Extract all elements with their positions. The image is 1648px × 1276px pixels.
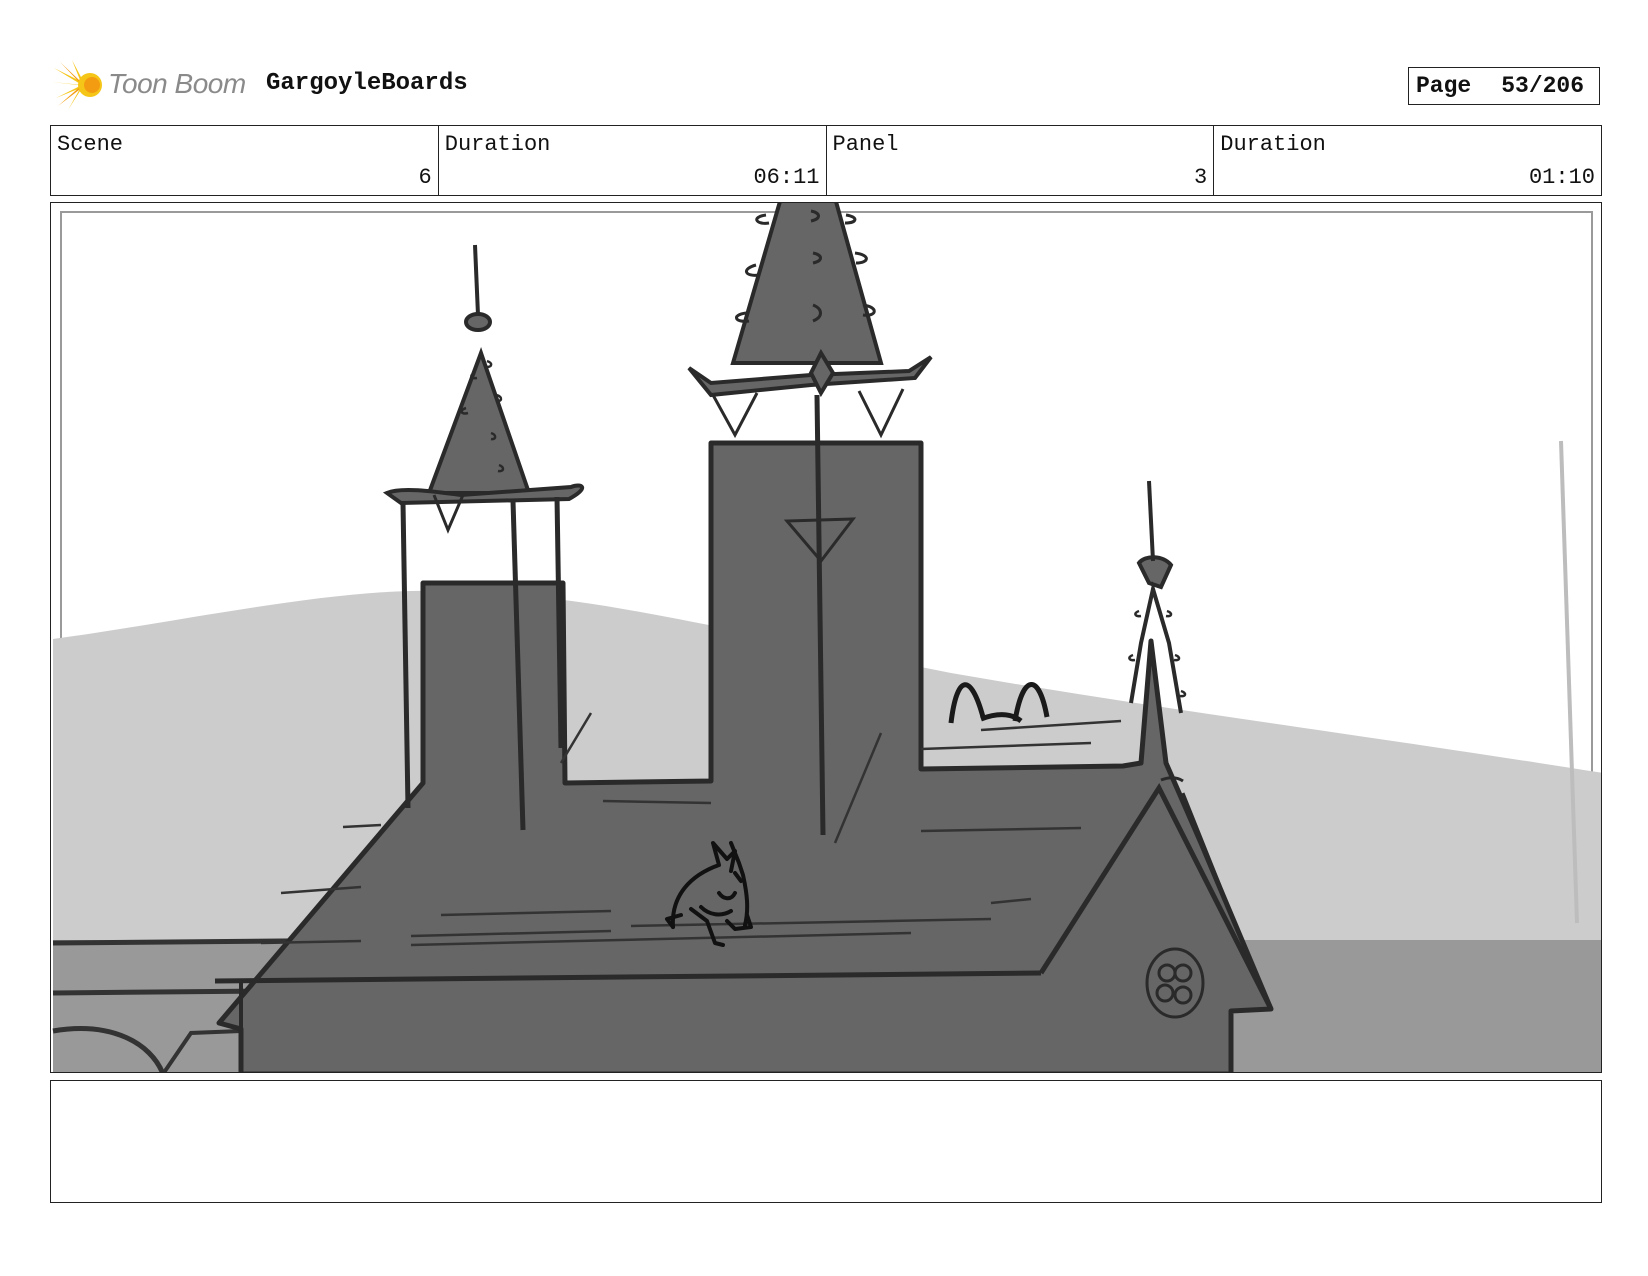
panel-notes-box[interactable] — [50, 1080, 1602, 1203]
starburst-logo-icon — [52, 60, 102, 110]
scene-duration-label: Duration — [444, 132, 551, 157]
scene-duration-value: 06:11 — [753, 165, 820, 190]
panel-sketch-image — [52, 203, 1601, 1072]
center-spire — [730, 203, 884, 365]
panel-cell: Panel 3 — [827, 126, 1215, 195]
scene-label: Scene — [57, 132, 124, 157]
scene-info-table: Scene 6 Duration 06:11 Panel 3 Duration … — [50, 125, 1602, 196]
panel-label: Panel — [832, 132, 899, 157]
brand-name: Toon Boom — [108, 68, 246, 99]
scene-duration-cell: Duration 06:11 — [439, 126, 827, 195]
left-spire — [426, 347, 532, 495]
right-spire-rod — [1147, 480, 1155, 562]
panel-duration-value: 01:10 — [1528, 165, 1595, 190]
page-indicator: Page 53/206 — [1408, 67, 1600, 105]
toon-boom-logo: Toon Boom — [52, 58, 252, 112]
left-spire-rod — [473, 244, 480, 316]
panel-duration-label: Duration — [1220, 132, 1326, 157]
scene-cell: Scene 6 — [51, 126, 439, 195]
scene-value: 6 — [418, 165, 432, 190]
page-label: Page — [1416, 73, 1472, 99]
project-title: GargoyleBoards — [266, 70, 468, 97]
page-number: 53/206 — [1501, 73, 1585, 99]
panel-value: 3 — [1194, 165, 1208, 190]
right-spire-finial — [1136, 555, 1174, 590]
panel-duration-cell: Duration 01:10 — [1214, 126, 1601, 195]
left-spire-finial — [464, 312, 492, 332]
storyboard-panel — [50, 202, 1602, 1073]
